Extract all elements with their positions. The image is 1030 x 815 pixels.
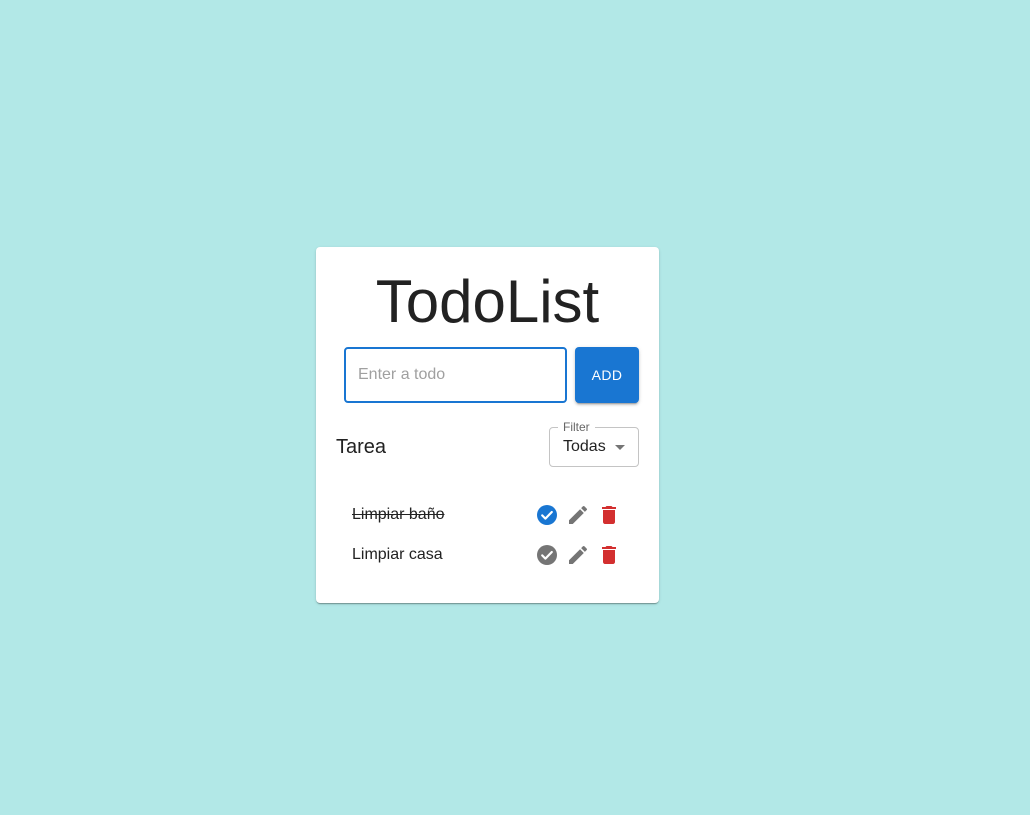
todo-text: Limpiar baño (352, 506, 445, 523)
pencil-icon[interactable] (566, 503, 590, 527)
todo-text: Limpiar casa (352, 546, 443, 563)
section-label: Tarea (336, 436, 387, 458)
trash-icon[interactable] (597, 503, 621, 527)
check-circle-icon[interactable] (535, 543, 559, 567)
filter-selected-value: Todas (563, 438, 606, 455)
todo-input[interactable] (344, 347, 567, 403)
todo-item: Limpiar baño (316, 495, 659, 535)
caret-down-icon (615, 445, 625, 450)
trash-icon[interactable] (597, 543, 621, 567)
filter-legend: Filter (558, 420, 595, 434)
todo-item: Limpiar casa (316, 535, 659, 575)
todo-card: TodoList ADD Tarea Filter Todas Limpiar … (316, 247, 659, 603)
add-button[interactable]: ADD (575, 347, 639, 403)
page-title: TodoList (375, 268, 600, 335)
todo-list: Limpiar baño Limpiar casa (316, 495, 659, 575)
filter-select[interactable]: Filter Todas (549, 420, 639, 467)
check-circle-icon[interactable] (535, 503, 559, 527)
pencil-icon[interactable] (566, 543, 590, 567)
